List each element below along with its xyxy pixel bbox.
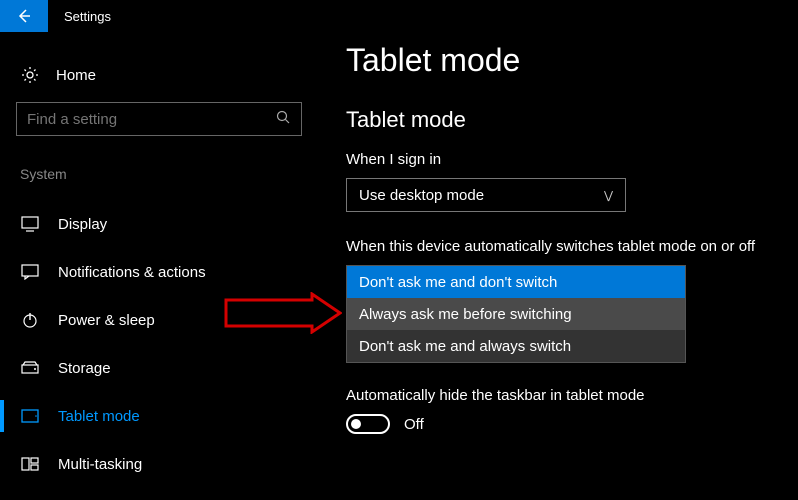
search-box[interactable] bbox=[16, 102, 302, 136]
sidebar-item-label: Notifications & actions bbox=[58, 264, 206, 281]
power-icon bbox=[20, 312, 40, 328]
home-nav[interactable]: Home bbox=[16, 60, 320, 102]
sidebar-item-tablet-mode[interactable]: Tablet mode bbox=[16, 392, 320, 440]
signin-label: When I sign in bbox=[346, 151, 798, 168]
signin-select-value: Use desktop mode bbox=[359, 187, 484, 204]
tablet-icon bbox=[20, 409, 40, 423]
drive-icon bbox=[20, 361, 40, 375]
search-input[interactable] bbox=[27, 111, 276, 128]
chat-icon bbox=[20, 264, 40, 280]
gear-icon bbox=[20, 66, 40, 84]
sidebar-item-multitasking[interactable]: Multi-tasking bbox=[16, 440, 320, 488]
sidebar-item-notifications[interactable]: Notifications & actions bbox=[16, 248, 320, 296]
sidebar-item-label: Display bbox=[58, 216, 107, 233]
sidebar-item-storage[interactable]: Storage bbox=[16, 344, 320, 392]
main-panel: Tablet mode Tablet mode When I sign in U… bbox=[320, 32, 798, 500]
hide-taskbar-toggle[interactable] bbox=[346, 414, 390, 434]
arrow-left-icon bbox=[15, 7, 33, 25]
hide-taskbar-label: Automatically hide the taskbar in tablet… bbox=[346, 387, 798, 404]
switch-option-dont-switch[interactable]: Don't ask me and don't switch bbox=[347, 266, 685, 298]
sidebar: Home System Display Notifications & acti… bbox=[0, 32, 320, 500]
sidebar-item-label: Storage bbox=[58, 360, 111, 377]
sidebar-item-label: Power & sleep bbox=[58, 312, 155, 329]
back-button[interactable] bbox=[0, 0, 48, 32]
group-header: System bbox=[16, 166, 320, 182]
signin-select[interactable]: Use desktop mode ⋁ bbox=[346, 178, 626, 212]
page-title: Tablet mode bbox=[346, 42, 798, 79]
chevron-down-icon: ⋁ bbox=[604, 189, 613, 202]
section-title: Tablet mode bbox=[346, 107, 798, 133]
sidebar-item-power[interactable]: Power & sleep bbox=[16, 296, 320, 344]
window-title: Settings bbox=[48, 9, 111, 24]
switch-label: When this device automatically switches … bbox=[346, 238, 798, 255]
sidebar-item-display[interactable]: Display bbox=[16, 200, 320, 248]
switch-option-always-switch[interactable]: Don't ask me and always switch bbox=[347, 330, 685, 362]
home-label: Home bbox=[56, 67, 96, 84]
monitor-icon bbox=[20, 216, 40, 232]
sidebar-item-label: Tablet mode bbox=[58, 408, 140, 425]
multitask-icon bbox=[20, 457, 40, 471]
titlebar: Settings bbox=[0, 0, 798, 32]
search-icon bbox=[276, 110, 291, 129]
toggle-state-label: Off bbox=[404, 416, 424, 433]
sidebar-item-label: Multi-tasking bbox=[58, 456, 142, 473]
switch-option-always-ask[interactable]: Always ask me before switching bbox=[347, 298, 685, 330]
switch-dropdown[interactable]: Don't ask me and don't switch Always ask… bbox=[346, 265, 686, 363]
